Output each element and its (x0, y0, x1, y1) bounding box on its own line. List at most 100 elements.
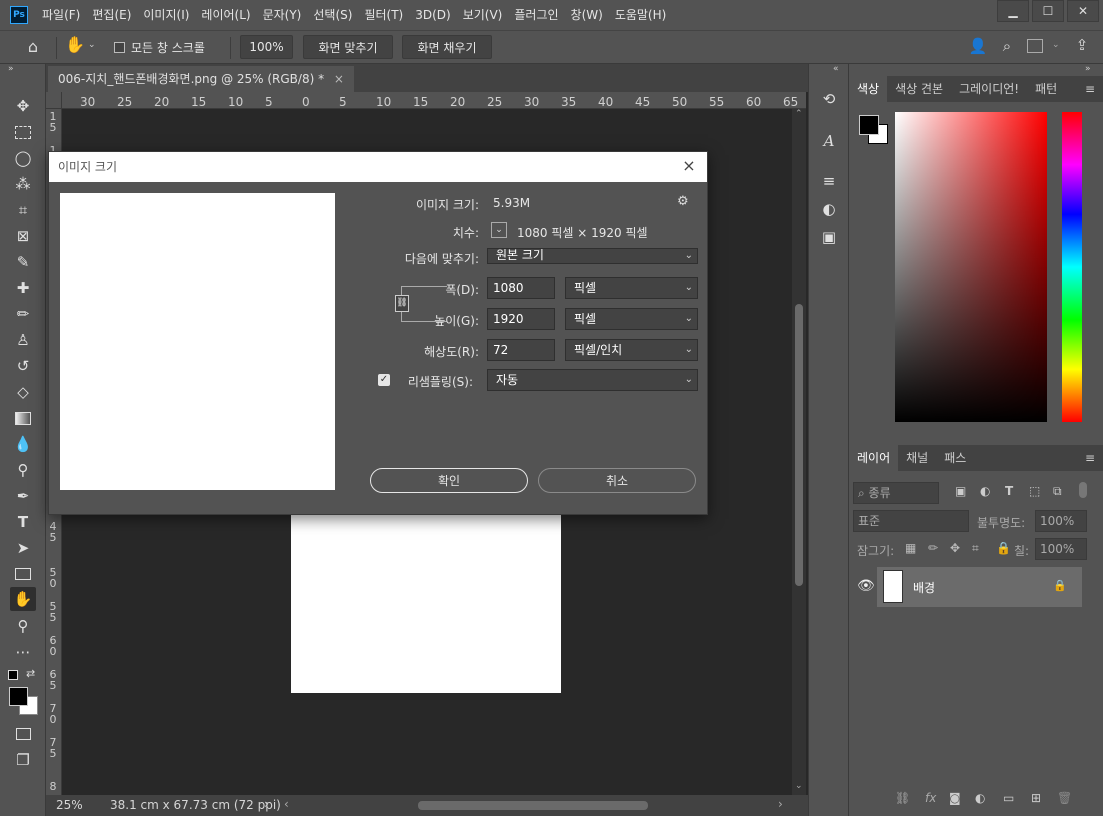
fill-input[interactable]: 100% (1035, 538, 1087, 560)
scroll-right-icon[interactable]: › (778, 797, 783, 811)
blend-mode-select[interactable]: 표준 (853, 510, 969, 532)
cancel-button[interactable]: 취소 (538, 468, 696, 493)
vertical-scroll-thumb[interactable] (795, 304, 803, 586)
close-icon[interactable]: × (334, 72, 344, 86)
menu-filter[interactable]: 필터(T) (358, 0, 409, 30)
brush-tool-icon[interactable]: ✏ (10, 302, 36, 326)
tab-layers[interactable]: 레이어 (849, 445, 899, 471)
swap-colors-icon[interactable]: ⇄ (26, 667, 35, 680)
screen-mode-icon[interactable]: ❐ (10, 748, 36, 772)
panel-menu-icon[interactable]: ≡ (1077, 445, 1103, 471)
gradient-tool-icon[interactable] (10, 406, 36, 430)
lasso-tool-icon[interactable]: ◯ (10, 146, 36, 170)
new-layer-icon[interactable]: ⊞ (1031, 791, 1041, 805)
healing-brush-tool-icon[interactable]: ✚ (10, 276, 36, 300)
menu-image[interactable]: 이미지(I) (137, 0, 195, 30)
dodge-tool-icon[interactable]: ⚲ (10, 458, 36, 482)
adjustments-panel-icon[interactable]: ≡ (818, 170, 840, 192)
link-constrain-icon[interactable]: ⛓ (395, 295, 409, 312)
chevron-down-icon[interactable]: ⌄ (88, 40, 96, 50)
hue-slider[interactable] (1062, 112, 1082, 422)
fit-to-select[interactable]: 원본 크기 ⌄ (487, 248, 698, 264)
document-tab[interactable]: 006-지치_핸드폰배경화면.png @ 25% (RGB/8) * × (48, 66, 354, 92)
delete-layer-icon[interactable]: 🗑 (1057, 791, 1072, 805)
tab-gradients[interactable]: 그레이디언! (951, 76, 1027, 102)
menu-view[interactable]: 보기(V) (457, 0, 509, 30)
scroll-all-checkbox[interactable] (114, 42, 125, 53)
filter-adjustment-icon[interactable]: ◐ (980, 484, 990, 498)
collapse-icon[interactable]: » (1085, 64, 1091, 74)
resample-select[interactable]: 자동 ⌄ (487, 369, 698, 391)
filter-toggle-icon[interactable] (1079, 482, 1087, 498)
close-icon[interactable]: ✕ (1067, 0, 1099, 22)
workspace-icon[interactable] (1027, 39, 1043, 53)
adjustment-layer-icon[interactable]: ◐ (975, 791, 985, 805)
libraries-panel-icon[interactable]: ▣ (818, 226, 840, 248)
lock-artboard-icon[interactable]: ⌗ (972, 541, 979, 556)
magic-wand-tool-icon[interactable]: ⁂ (10, 172, 36, 196)
fill-screen-button[interactable]: 화면 채우기 (402, 35, 492, 59)
character-panel-icon[interactable]: A (818, 130, 840, 152)
minimize-icon[interactable]: ▁ (997, 0, 1029, 22)
foreground-color-swatch[interactable] (9, 687, 28, 706)
horizontal-scroll-thumb[interactable] (418, 801, 648, 810)
ok-button[interactable]: 확인 (370, 468, 528, 493)
color-picker-field[interactable] (895, 112, 1047, 422)
menu-file[interactable]: 파일(F) (36, 0, 86, 30)
foreground-color-swatch[interactable] (859, 115, 879, 135)
resample-checkbox[interactable]: ✓ (378, 374, 390, 386)
gear-icon[interactable]: ⚙ (677, 194, 689, 209)
more-tools-icon[interactable]: ⋯ (10, 640, 36, 664)
home-icon[interactable]: ⌂ (22, 37, 44, 57)
lock-image-icon[interactable]: ✏ (928, 541, 938, 555)
history-panel-icon[interactable]: ⟲ (818, 88, 840, 110)
history-brush-tool-icon[interactable]: ↺ (10, 354, 36, 378)
tab-paths[interactable]: 패스 (936, 445, 974, 471)
tab-swatches[interactable]: 색상 견본 (887, 76, 951, 102)
marquee-tool-icon[interactable] (10, 120, 36, 144)
filter-type-icon[interactable]: T (1005, 484, 1013, 498)
menu-help[interactable]: 도움말(H) (609, 0, 673, 30)
close-icon[interactable]: × (681, 158, 697, 174)
scroll-up-icon[interactable]: ⌃ (795, 109, 803, 119)
add-mask-icon[interactable]: ◙ (949, 791, 961, 805)
chevron-down-icon[interactable]: ⌄ (491, 222, 507, 238)
lock-transparent-icon[interactable]: ▦ (905, 541, 916, 555)
rectangle-tool-icon[interactable] (10, 562, 36, 586)
resolution-unit-select[interactable]: 픽셀/인치 ⌄ (565, 339, 698, 361)
move-tool-icon[interactable]: ✥ (10, 94, 36, 118)
search-icon[interactable]: ⌕ (997, 37, 1017, 57)
eyedropper-tool-icon[interactable]: ✎ (10, 250, 36, 274)
adjustments-circle-icon[interactable]: ◐ (818, 198, 840, 220)
menu-layer[interactable]: 레이어(L) (195, 0, 256, 30)
width-input[interactable]: 1080 (487, 277, 555, 299)
menu-3d[interactable]: 3D(D) (409, 0, 456, 30)
tab-channels[interactable]: 채널 (898, 445, 936, 471)
quick-mask-icon[interactable] (10, 722, 36, 746)
menu-window[interactable]: 창(W) (565, 0, 609, 30)
scroll-down-icon[interactable]: ⌄ (795, 781, 803, 791)
menu-edit[interactable]: 편집(E) (86, 0, 137, 30)
collapse-icon[interactable]: « (833, 64, 839, 74)
document-canvas[interactable] (291, 514, 561, 693)
vertical-scrollbar[interactable]: ⌃ ⌄ (792, 109, 806, 795)
hand-tool-icon[interactable]: ✋ (64, 35, 86, 59)
height-unit-select[interactable]: 픽셀 ⌄ (565, 308, 698, 330)
zoom-100-button[interactable]: 100% (240, 35, 293, 59)
layer-row[interactable]: 배경 🔒 (877, 567, 1082, 607)
eraser-tool-icon[interactable]: ◇ (10, 380, 36, 404)
menu-plugins[interactable]: 플러그인 (508, 0, 564, 30)
filter-smart-object-icon[interactable]: ⧉ (1053, 484, 1062, 499)
crop-tool-icon[interactable]: ⌗ (10, 198, 36, 222)
hand-tool-icon[interactable]: ✋ (10, 587, 36, 611)
blur-tool-icon[interactable]: 💧 (10, 432, 36, 456)
stamp-tool-icon[interactable]: ♙ (10, 328, 36, 352)
layer-filter-select[interactable]: ⌕ 종류 (853, 482, 939, 504)
scroll-left-icon[interactable]: ‹ (284, 797, 289, 811)
user-share-icon[interactable]: 👤 (968, 37, 988, 57)
layer-style-icon[interactable]: fx (925, 791, 936, 805)
filter-pixel-icon[interactable]: ▣ (955, 484, 966, 498)
resolution-input[interactable]: 72 (487, 339, 555, 361)
zoom-tool-icon[interactable]: ⚲ (10, 614, 36, 638)
opacity-input[interactable]: 100% (1035, 510, 1087, 532)
